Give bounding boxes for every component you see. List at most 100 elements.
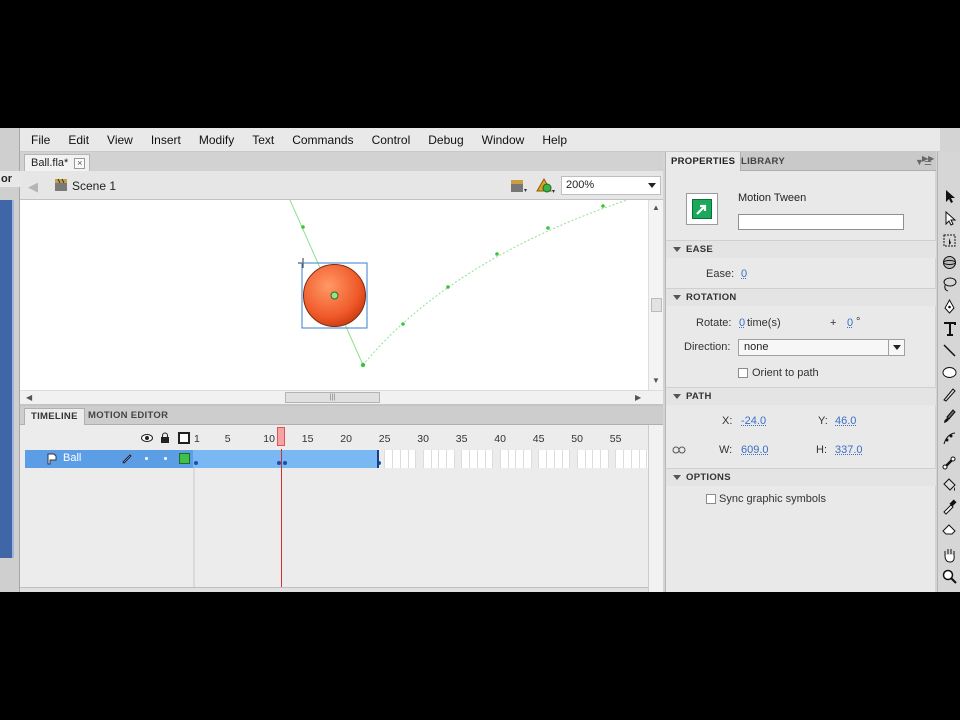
scroll-right-icon[interactable]: ▶: [635, 393, 641, 402]
direction-select[interactable]: none: [738, 339, 905, 356]
frame-cell[interactable]: [540, 450, 548, 468]
lasso-tool-icon[interactable]: [941, 276, 958, 293]
tab-properties[interactable]: PROPERTIES: [666, 152, 742, 171]
subselection-tool-icon[interactable]: [941, 210, 958, 227]
zoom-select[interactable]: 200%: [561, 176, 661, 195]
sync-graphic-symbols-checkbox[interactable]: [706, 494, 716, 504]
menu-insert[interactable]: Insert: [151, 133, 181, 147]
menu-control[interactable]: Control: [372, 133, 411, 147]
frame-cell[interactable]: [555, 450, 563, 468]
frame-cell[interactable]: [409, 450, 417, 468]
bone-tool-icon[interactable]: [941, 454, 958, 471]
frame-cell[interactable]: [463, 450, 471, 468]
frame-cell[interactable]: [640, 450, 648, 468]
pen-tool-icon[interactable]: [941, 298, 958, 315]
layer-color-swatch[interactable]: [179, 453, 190, 464]
playhead[interactable]: [276, 427, 285, 446]
menu-text[interactable]: Text: [252, 133, 274, 147]
back-arrow-icon[interactable]: ◀: [28, 179, 38, 195]
lock-icon[interactable]: [159, 432, 171, 444]
scroll-down-icon[interactable]: ▼: [652, 376, 660, 385]
paint-bucket-tool-icon[interactable]: [941, 476, 958, 493]
frame-cell[interactable]: [524, 450, 532, 468]
menu-commands[interactable]: Commands: [292, 133, 353, 147]
motion-path-node[interactable]: [546, 226, 550, 230]
frame-cell[interactable]: [432, 450, 440, 468]
rotate-degrees-value[interactable]: 0: [847, 317, 853, 329]
scroll-left-icon[interactable]: ◀: [26, 393, 32, 402]
document-tab[interactable]: Ball.fla* ×: [24, 154, 91, 171]
menu-modify[interactable]: Modify: [199, 133, 234, 147]
h-value[interactable]: 337.0: [835, 444, 863, 456]
tab-library[interactable]: LIBRARY: [736, 152, 790, 171]
brush-tool-icon[interactable]: [941, 408, 958, 425]
edit-symbols-icon[interactable]: [536, 177, 556, 195]
scene-label[interactable]: Scene 1: [72, 179, 116, 193]
menu-view[interactable]: View: [107, 133, 133, 147]
motion-tween-span[interactable]: [193, 450, 378, 468]
menu-file[interactable]: File: [31, 133, 50, 147]
section-path[interactable]: PATH: [666, 387, 936, 405]
frame-cell[interactable]: [531, 450, 540, 468]
section-rotation[interactable]: ROTATION: [666, 288, 936, 306]
free-transform-tool-icon[interactable]: [941, 232, 958, 249]
stage-vertical-scrollbar[interactable]: ▲ ▼: [648, 200, 663, 390]
keyframe-marker[interactable]: [282, 461, 287, 465]
y-value[interactable]: 46.0: [835, 415, 856, 427]
frame-cell[interactable]: [439, 450, 448, 468]
section-options[interactable]: OPTIONS: [666, 468, 936, 486]
motion-path-node[interactable]: [401, 322, 405, 326]
w-value[interactable]: 609.0: [741, 444, 769, 456]
left-panel-tab[interactable]: or: [0, 171, 20, 187]
frame-cell[interactable]: [454, 450, 463, 468]
3d-rotation-tool-icon[interactable]: [941, 254, 958, 271]
scroll-thumb[interactable]: [651, 298, 662, 312]
menu-debug[interactable]: Debug: [428, 133, 463, 147]
close-icon[interactable]: ×: [74, 157, 86, 169]
frame-cell[interactable]: [447, 450, 455, 468]
frame-cell[interactable]: [493, 450, 501, 468]
frame-ruler[interactable]: 1 5 10 15 20 25 30 35 40 45 50 55: [193, 425, 648, 449]
frame-cell[interactable]: [570, 450, 578, 468]
deco-tool-icon[interactable]: [941, 430, 958, 447]
stage-horizontal-scrollbar[interactable]: ◀ ||| ▶: [20, 390, 663, 404]
outline-icon[interactable]: [178, 432, 190, 444]
hand-tool-icon[interactable]: [941, 546, 958, 563]
oval-tool-icon[interactable]: [941, 364, 958, 381]
frame-cell[interactable]: [624, 450, 632, 468]
frame-cell[interactable]: [586, 450, 594, 468]
frame-grid[interactable]: [193, 450, 648, 468]
menu-help[interactable]: Help: [542, 133, 567, 147]
edit-scene-icon[interactable]: [510, 178, 528, 194]
section-ease[interactable]: EASE: [666, 240, 936, 258]
frame-cell[interactable]: [424, 450, 432, 468]
menu-edit[interactable]: Edit: [68, 133, 89, 147]
keyframe-marker[interactable]: [194, 461, 198, 465]
pencil-tool-icon[interactable]: [941, 386, 958, 403]
motion-path-node[interactable]: [601, 204, 605, 208]
layer-name[interactable]: Ball: [63, 452, 81, 464]
frame-cell[interactable]: [516, 450, 525, 468]
timeline-vertical-scrollbar[interactable]: [648, 425, 663, 592]
frame-cell[interactable]: [401, 450, 409, 468]
motion-path-node[interactable]: [360, 362, 366, 368]
zoom-tool-icon[interactable]: [941, 568, 958, 585]
tab-timeline[interactable]: TIMELINE: [24, 408, 85, 425]
motion-path-node[interactable]: [301, 225, 305, 229]
frame-cell[interactable]: [593, 450, 602, 468]
frame-cell[interactable]: [547, 450, 555, 468]
orient-to-path-checkbox[interactable]: [738, 368, 748, 378]
visibility-dot[interactable]: [145, 457, 148, 460]
eraser-tool-icon[interactable]: [941, 520, 958, 537]
frame-cell[interactable]: [470, 450, 478, 468]
frame-cell[interactable]: [509, 450, 517, 468]
frame-cell[interactable]: [377, 450, 386, 468]
frame-cell[interactable]: [416, 450, 424, 468]
scroll-up-icon[interactable]: ▲: [652, 203, 660, 212]
frame-cell[interactable]: [608, 450, 617, 468]
frame-cell[interactable]: [578, 450, 586, 468]
x-value[interactable]: -24.0: [741, 415, 766, 427]
motion-path-node[interactable]: [495, 252, 499, 256]
link-icon[interactable]: [672, 444, 686, 456]
panel-collapse-icon[interactable]: ▶▶: [922, 154, 934, 163]
